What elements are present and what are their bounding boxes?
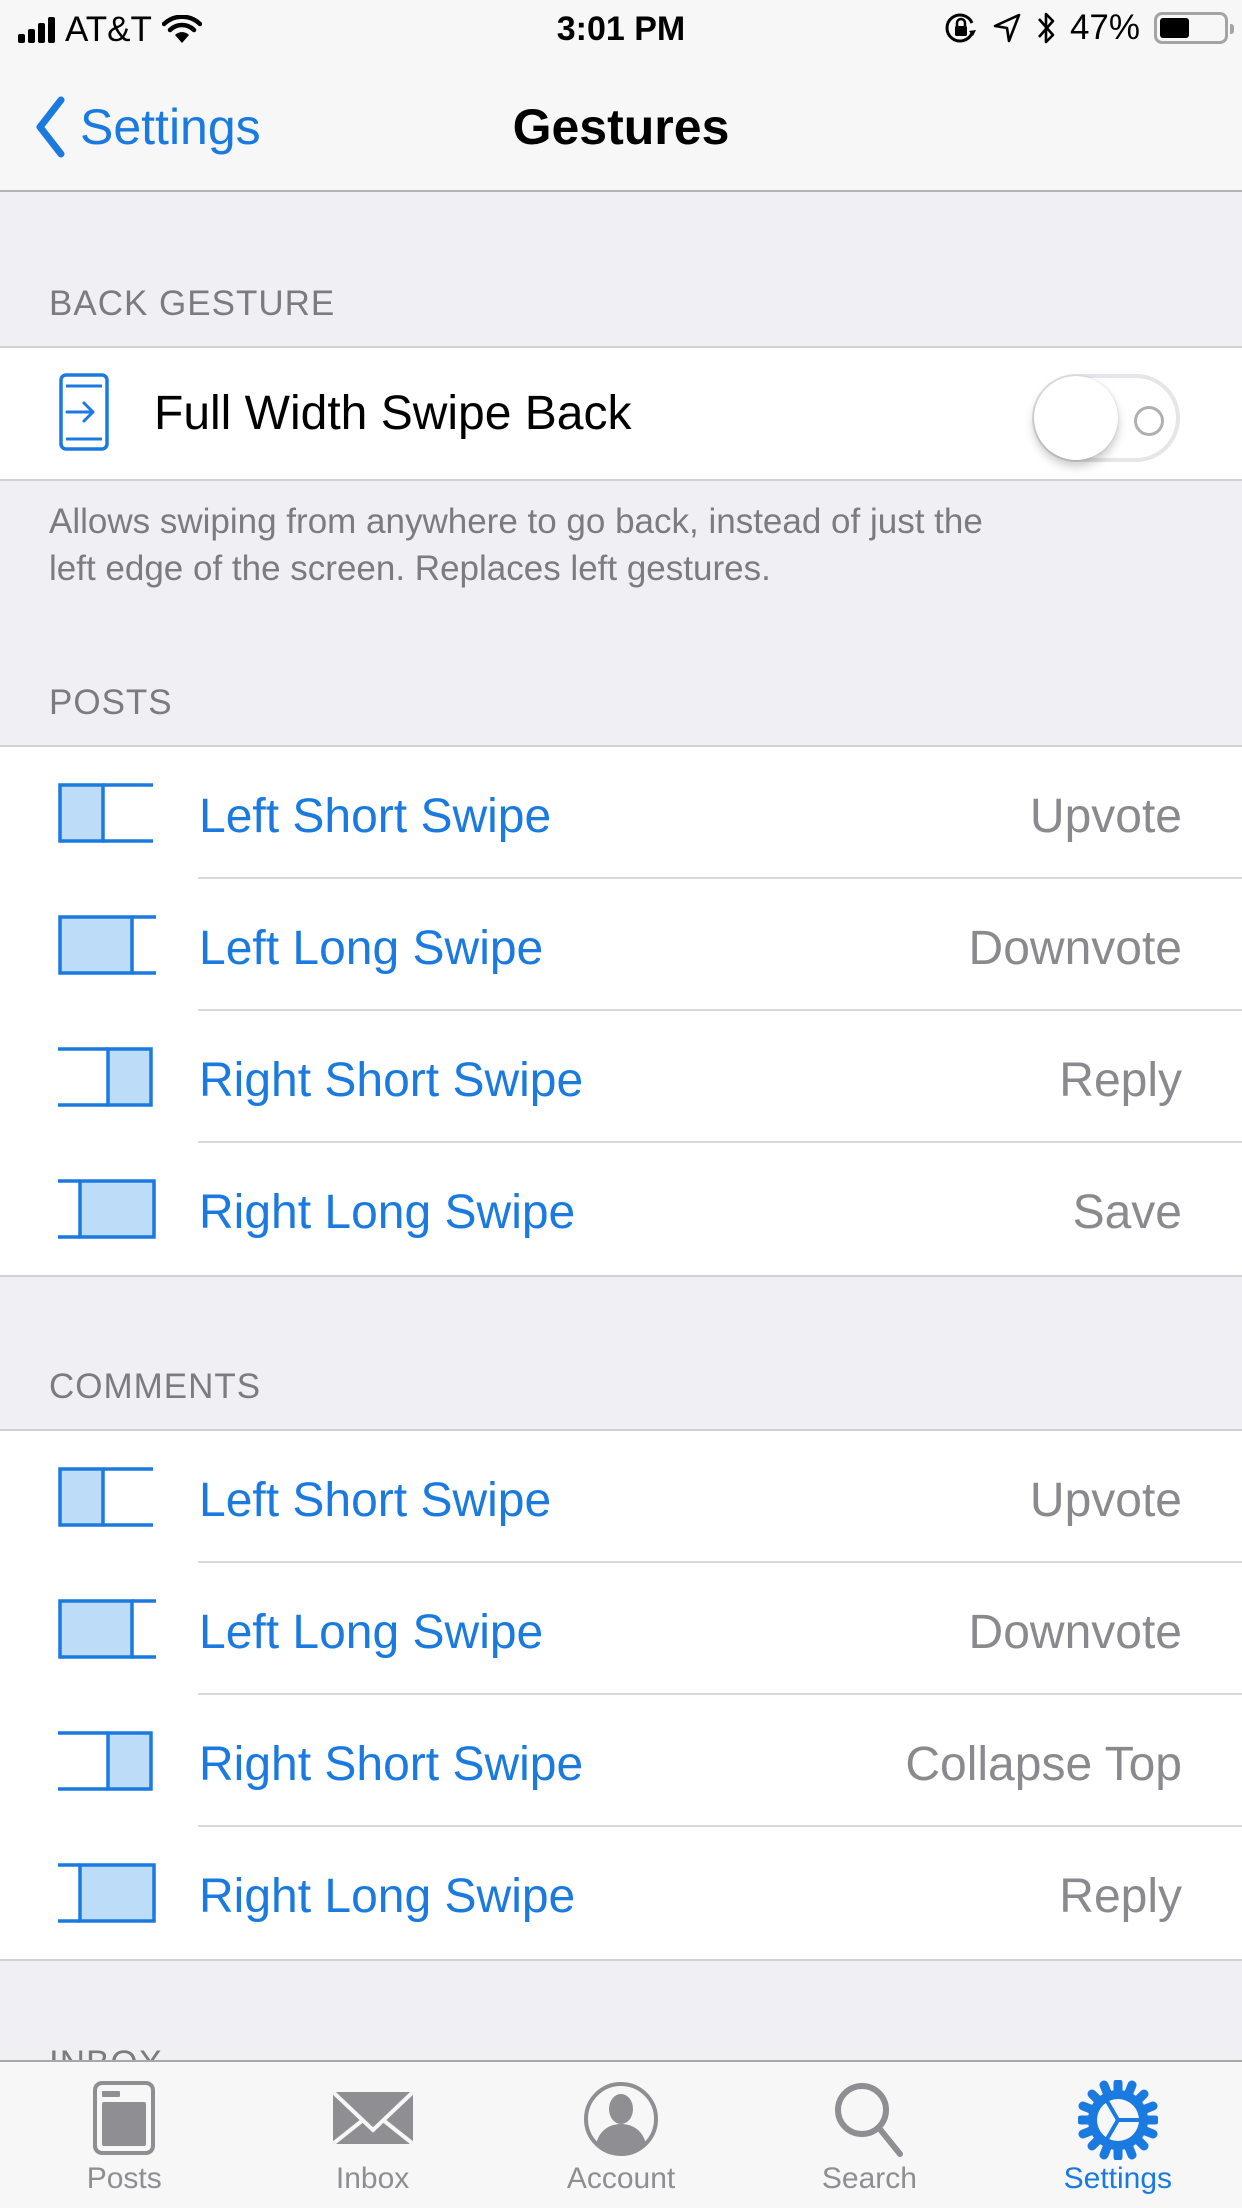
- rotation-lock-icon: [945, 13, 976, 43]
- tab-posts[interactable]: Posts: [0, 2062, 248, 2208]
- tab-account[interactable]: Account: [497, 2062, 745, 2208]
- full-width-swipe-back-row: Full Width Swipe Back: [0, 348, 1242, 479]
- tab-label: Account: [566, 2162, 676, 2195]
- location-icon: [993, 13, 1021, 43]
- row-label: Left Long Swipe: [199, 922, 544, 975]
- envelope-icon: [332, 2091, 413, 2145]
- comments-row-right-long-swipe[interactable]: Right Long Swipe Reply: [0, 1827, 1242, 1959]
- gear-icon: [1077, 2080, 1158, 2160]
- footer-line-2: left edge of the screen. Replaces left g…: [49, 549, 771, 588]
- toggle-knob[interactable]: [1034, 376, 1118, 460]
- row-label: Left Long Swipe: [199, 1606, 544, 1659]
- chevron-left-icon: [36, 96, 65, 158]
- navigation-bar: Settings Gestures: [0, 60, 1242, 192]
- back-gesture-footer: Allows swiping from anywhere to go back,…: [49, 498, 1199, 592]
- row-value: Reply: [1059, 1054, 1182, 1107]
- footer-line-1: Allows swiping from anywhere to go back,…: [49, 502, 983, 541]
- tab-search[interactable]: Search: [745, 2062, 993, 2208]
- tab-label: Search: [821, 2162, 917, 2195]
- row-value: Upvote: [1029, 1474, 1182, 1527]
- row-value: Upvote: [1029, 790, 1182, 843]
- section-header-posts: POSTS: [49, 683, 173, 722]
- row-label: Left Short Swipe: [199, 790, 552, 843]
- comments-row-left-short-swipe[interactable]: Left Short Swipe Upvote: [0, 1431, 1242, 1563]
- battery-icon: [1154, 12, 1234, 44]
- status-bar: AT&T 3:01 PM 47%: [0, 0, 1242, 60]
- bluetooth-icon: [1037, 12, 1055, 44]
- search-icon: [835, 2083, 904, 2157]
- left-long-swipe-icon: [58, 1599, 156, 1659]
- posts-row-right-long-swipe[interactable]: Right Long Swipe Save: [0, 1143, 1242, 1275]
- right-short-swipe-icon: [58, 1047, 153, 1107]
- tab-label: Posts: [86, 2162, 162, 2195]
- comments-row-left-long-swipe[interactable]: Left Long Swipe Downvote: [0, 1563, 1242, 1695]
- posts-row-left-short-swipe[interactable]: Left Short Swipe Upvote: [0, 747, 1242, 879]
- row-label: Right Short Swipe: [199, 1738, 584, 1791]
- full-width-swipe-back-toggle[interactable]: [1032, 374, 1180, 462]
- status-right: 47%: [944, 8, 1234, 48]
- section-header-comments: COMMENTS: [49, 1367, 262, 1406]
- row-value: Reply: [1059, 1870, 1182, 1923]
- posts-group: Left Short Swipe Upvote Left Long Swipe …: [0, 745, 1242, 1277]
- left-long-swipe-icon: [58, 915, 156, 975]
- right-long-swipe-icon: [58, 1179, 156, 1239]
- row-value: Downvote: [968, 922, 1182, 975]
- posts-row-right-short-swipe[interactable]: Right Short Swipe Reply: [0, 1011, 1242, 1143]
- battery-percent: 47%: [1069, 8, 1140, 47]
- right-long-swipe-icon: [58, 1863, 156, 1923]
- left-short-swipe-icon: [58, 1467, 153, 1527]
- tab-label: Inbox: [335, 2162, 410, 2195]
- posts-row-left-long-swipe[interactable]: Left Long Swipe Downvote: [0, 879, 1242, 1011]
- row-value: Save: [1072, 1186, 1182, 1239]
- back-button[interactable]: Settings: [34, 96, 261, 158]
- row-label: Left Short Swipe: [199, 1474, 552, 1527]
- left-short-swipe-icon: [58, 783, 153, 843]
- comments-group: Left Short Swipe Upvote Left Long Swipe …: [0, 1429, 1242, 1961]
- row-value: Downvote: [968, 1606, 1182, 1659]
- posts-icon: [93, 2081, 156, 2155]
- row-value: Collapse Top: [905, 1738, 1182, 1791]
- row-label: Right Long Swipe: [199, 1186, 576, 1239]
- section-header-back-gesture: BACK GESTURE: [49, 284, 336, 323]
- back-gesture-group: Full Width Swipe Back: [0, 346, 1242, 481]
- phone-swipe-back-icon: [59, 373, 109, 451]
- comments-row-right-short-swipe[interactable]: Right Short Swipe Collapse Top: [0, 1695, 1242, 1827]
- tab-bar: Posts Inbox Account Search Settings: [0, 2060, 1242, 2208]
- tab-settings[interactable]: Settings: [994, 2062, 1242, 2208]
- battery-fill: [1160, 18, 1190, 38]
- tab-inbox[interactable]: Inbox: [248, 2062, 496, 2208]
- row-label: Right Short Swipe: [199, 1054, 584, 1107]
- full-width-swipe-back-label: Full Width Swipe Back: [154, 387, 632, 440]
- back-button-label: Settings: [80, 99, 261, 155]
- row-label: Right Long Swipe: [199, 1870, 576, 1923]
- tab-label: Settings: [1063, 2162, 1173, 2195]
- toggle-off-indicator: [1134, 406, 1164, 436]
- right-short-swipe-icon: [58, 1731, 153, 1791]
- account-icon: [584, 2082, 659, 2156]
